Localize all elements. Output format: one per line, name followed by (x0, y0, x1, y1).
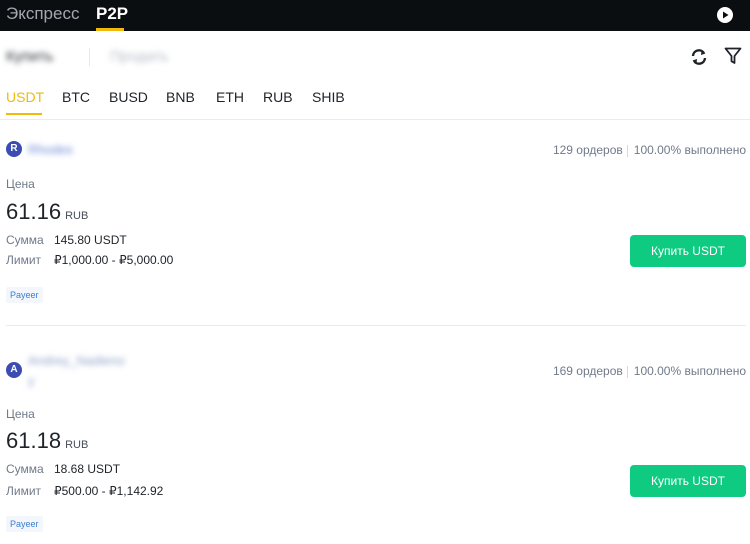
completion-rate: 100.00% выполнено (633, 364, 746, 378)
price-value: 61.16 (6, 199, 62, 224)
completion-rate: 100.00% выполнено (633, 143, 746, 157)
avatar[interactable]: A (6, 362, 22, 378)
buy-usdt-button[interactable]: Купить USDT (630, 235, 746, 267)
amount-label: Сумма (6, 233, 44, 247)
merchant-stats: 129 ордеров 100.00% выполнено (553, 143, 746, 157)
card-divider (6, 325, 746, 326)
side-divider (89, 48, 90, 66)
price-value: 61.18 (6, 428, 62, 453)
merchant-stats: 169 ордеров 100.00% выполнено (553, 364, 746, 378)
coin-tab-eth[interactable]: ETH (216, 87, 244, 107)
buy-usdt-button[interactable]: Купить USDT (630, 465, 746, 497)
limit-value: ₽500.00 - ₽1,142.92 (54, 484, 164, 498)
tab-p2p[interactable]: P2P (96, 4, 128, 24)
merchant-name-line2[interactable]: y (28, 373, 35, 388)
coin-tab-shib[interactable]: SHIB (312, 87, 345, 107)
tab-express[interactable]: Экспресс (6, 4, 79, 24)
price-label: Цена (6, 407, 35, 421)
amount-value: 145.80 USDT (54, 233, 127, 247)
coin-tab-btc[interactable]: BTC (62, 87, 90, 107)
merchant-name[interactable]: Andrey_Nadieno (28, 353, 125, 368)
amount-label: Сумма (6, 462, 44, 476)
refresh-icon[interactable] (689, 47, 709, 67)
play-icon[interactable] (717, 7, 733, 23)
price-currency: RUB (65, 210, 89, 222)
limit-label: Лимит (6, 484, 42, 498)
filter-icon[interactable] (723, 46, 743, 66)
active-tab-indicator (96, 28, 124, 31)
merchant-name[interactable]: Rhodes (28, 142, 73, 157)
coin-tabs: USDT BTC BUSD BNB ETH RUB SHIB (0, 87, 750, 109)
coin-tab-usdt[interactable]: USDT (6, 87, 44, 107)
coin-tab-busd[interactable]: BUSD (109, 87, 148, 107)
coin-tab-rub[interactable]: RUB (263, 87, 293, 107)
coin-tab-indicator (6, 113, 42, 115)
price-label: Цена (6, 177, 35, 191)
orders-count: 169 ордеров (552, 364, 623, 378)
orders-count: 129 ордеров (552, 143, 623, 157)
limit-label: Лимит (6, 253, 42, 267)
payment-method-tag: Payeer (6, 516, 43, 532)
price: 61.18 RUB (6, 428, 88, 458)
limit-value: ₽1,000.00 - ₽5,000.00 (54, 253, 174, 267)
divider (0, 119, 750, 120)
price: 61.16 RUB (6, 199, 88, 229)
avatar[interactable]: R (6, 141, 22, 157)
sell-side-tab[interactable]: Продать (110, 48, 169, 65)
top-navigation-bar: Экспресс P2P (0, 0, 750, 31)
price-currency: RUB (65, 439, 89, 451)
buy-side-tab[interactable]: Купить (6, 48, 53, 65)
payment-method-tag: Payeer (6, 287, 43, 303)
amount-value: 18.68 USDT (54, 462, 121, 476)
coin-tab-bnb[interactable]: BNB (166, 87, 195, 107)
